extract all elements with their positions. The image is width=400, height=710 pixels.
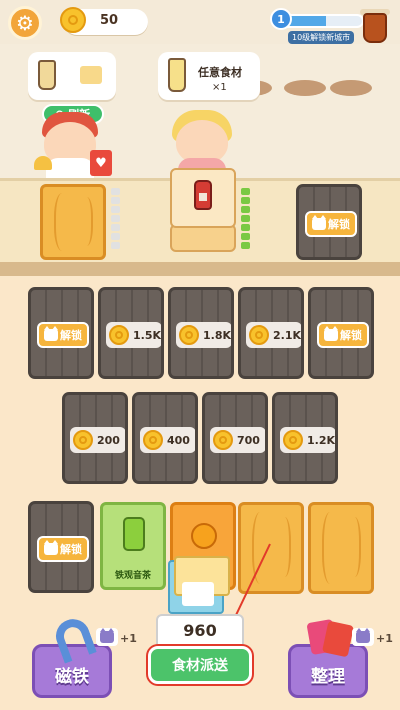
coin-icon	[179, 325, 199, 345]
unlock-button[interactable]: 解锁	[317, 322, 369, 348]
coin-amount: 50	[100, 13, 119, 28]
price-button[interactable]: 2.1K	[246, 322, 302, 348]
coin-icon	[109, 325, 129, 345]
counter-slot-bottle[interactable]	[170, 168, 236, 228]
magnet-label: 磁铁	[55, 667, 89, 687]
price-label: 200	[97, 433, 120, 447]
unlock-button[interactable]: 解锁	[37, 322, 89, 348]
price-button[interactable]: 1.8K	[176, 322, 232, 348]
magnet-button[interactable]: 磁铁	[32, 614, 112, 698]
price-label: 1.8K	[203, 328, 232, 342]
sort-cards-icon	[306, 618, 355, 658]
ingredient-request-bubble: 任意食材 ×1	[158, 52, 260, 100]
purchase-tile[interactable]: 1.2K	[272, 392, 338, 484]
request-title: 任意食材	[198, 66, 242, 79]
magnet-plus-count: +1	[120, 632, 137, 645]
locked-tile[interactable]: 解锁	[28, 287, 94, 379]
unlock-button[interactable]: 解锁	[37, 536, 89, 562]
price-button[interactable]: 1.5K	[106, 322, 162, 348]
unlock-label: 解锁	[60, 329, 82, 342]
cat-icon	[312, 215, 326, 230]
level-number: 1	[270, 8, 292, 30]
cat-icon	[44, 326, 58, 341]
dispatch-count: 960	[156, 614, 244, 646]
purchase-tile[interactable]: 700	[202, 392, 268, 484]
price-button[interactable]: 200	[70, 427, 125, 453]
coin-counter: 50	[60, 7, 148, 35]
cat-icon	[324, 326, 338, 341]
sort-plus-count: +1	[376, 632, 393, 645]
price-label: 2.1K	[273, 328, 302, 342]
coin-icon	[213, 430, 233, 450]
coin-icon	[283, 430, 303, 450]
purchase-tile[interactable]: 400	[132, 392, 198, 484]
price-label: 400	[167, 433, 190, 447]
purchase-tile[interactable]: 200	[62, 392, 128, 484]
coin-icon	[143, 430, 163, 450]
ingredient-stack-base	[170, 224, 236, 252]
coin-icon	[249, 325, 269, 345]
stool	[330, 80, 372, 96]
locked-tile[interactable]: 解锁	[308, 287, 374, 379]
request-count: ×1	[212, 82, 227, 93]
price-label: 700	[237, 433, 260, 447]
coin-icon	[60, 7, 86, 33]
level-unlock-text: 10级解锁新城市	[288, 31, 355, 44]
bell-icon[interactable]	[34, 156, 52, 170]
price-button[interactable]: 1.2K	[280, 427, 336, 453]
purchase-tile[interactable]: 2.1K	[238, 287, 304, 379]
price-label: 1.2K	[307, 433, 336, 447]
price-button[interactable]: 700	[210, 427, 265, 453]
milk-tea-icon	[38, 60, 56, 90]
slot-progress-meter-filled	[241, 188, 250, 249]
unlock-button[interactable]: 解锁	[305, 211, 357, 237]
purchase-tile[interactable]: 1.8K	[168, 287, 234, 379]
stool	[284, 80, 326, 96]
unlock-label: 解锁	[60, 543, 82, 556]
locked-tile[interactable]: 解锁	[28, 501, 94, 593]
top-bar: ⚙ 50 1 10级解锁新城市	[0, 0, 400, 44]
empty-board-slot[interactable]	[308, 502, 374, 594]
ingredient-dispatch-button[interactable]: 食材派送	[148, 646, 252, 684]
sort-button[interactable]: 整理	[288, 618, 368, 698]
ingredient-icon	[80, 66, 102, 84]
heart-icon: ♥	[90, 150, 112, 176]
unlock-label: 解锁	[340, 329, 362, 342]
drink-cup-icon	[168, 58, 186, 92]
level-progress[interactable]: 1 10级解锁新城市	[270, 8, 364, 44]
tea-cup-icon[interactable]	[360, 5, 390, 45]
ingredient-card-tea[interactable]: 铁观音茶	[100, 502, 166, 590]
sort-ad-badge	[352, 628, 374, 646]
settings-gear-icon[interactable]: ⚙	[8, 6, 42, 40]
tea-jar-icon	[123, 517, 145, 551]
purchase-tile[interactable]: 1.5K	[98, 287, 164, 379]
counter-edge	[0, 262, 400, 276]
coin-icon	[73, 430, 93, 450]
sort-label: 整理	[311, 667, 345, 687]
price-label: 1.5K	[133, 328, 162, 342]
bottle-icon	[194, 180, 212, 210]
price-button[interactable]: 400	[140, 427, 195, 453]
level-progress-track	[280, 14, 364, 28]
ingredient-label: 铁观音茶	[114, 571, 151, 581]
slot-progress-meter	[111, 188, 120, 249]
magnet-ad-badge	[96, 628, 118, 646]
locked-counter-slot[interactable]: 解锁	[296, 184, 362, 260]
unlock-label: 解锁	[328, 218, 350, 231]
cat-icon	[44, 540, 58, 555]
counter-slot-empty[interactable]	[40, 184, 106, 260]
customer-order-bubble	[28, 52, 116, 100]
orange-icon	[191, 523, 217, 549]
